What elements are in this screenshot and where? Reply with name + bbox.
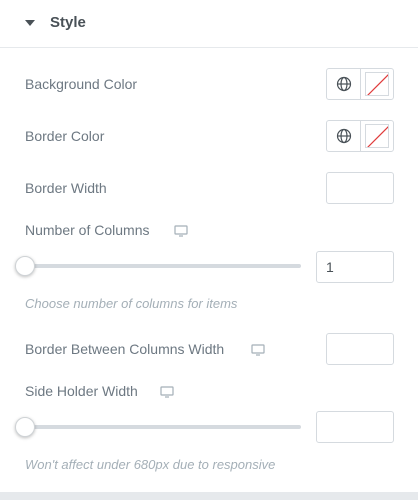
number-of-columns-label: Number of Columns	[25, 222, 150, 238]
border-color-control	[326, 120, 394, 152]
border-width-input[interactable]	[326, 172, 394, 204]
side-holder-width-input[interactable]	[316, 411, 394, 443]
clear-swatch-icon	[367, 126, 388, 147]
desktop-icon[interactable]	[160, 386, 174, 398]
section-title: Style	[50, 14, 86, 31]
background-color-swatch[interactable]	[365, 72, 389, 96]
border-between-columns-width-input[interactable]	[326, 333, 394, 365]
side-holder-width-label: Side Holder Width	[25, 383, 138, 399]
panel-bottom-divider	[0, 492, 418, 500]
border-between-columns-width-label: Border Between Columns Width	[25, 341, 225, 357]
globe-icon	[336, 128, 352, 144]
number-of-columns-help: Choose number of columns for items	[25, 296, 238, 311]
global-colors-button[interactable]	[327, 69, 361, 99]
background-color-label: Background Color	[25, 76, 138, 92]
number-of-columns-input[interactable]	[316, 251, 394, 283]
side-holder-width-slider-handle[interactable]	[15, 417, 35, 437]
number-of-columns-slider[interactable]	[25, 264, 301, 268]
clear-swatch-icon	[367, 74, 388, 95]
border-width-label: Border Width	[25, 180, 107, 196]
style-panel: Style Background Color Border Color Bord…	[0, 0, 418, 500]
border-color-swatch[interactable]	[365, 124, 389, 148]
section-header[interactable]: Style	[0, 0, 418, 48]
side-holder-width-slider[interactable]	[25, 425, 301, 429]
number-of-columns-slider-handle[interactable]	[15, 256, 35, 276]
desktop-icon[interactable]	[174, 225, 188, 237]
border-color-label: Border Color	[25, 128, 105, 144]
caret-down-icon[interactable]	[25, 20, 35, 26]
globe-icon	[336, 76, 352, 92]
desktop-icon[interactable]	[251, 344, 265, 356]
global-colors-button[interactable]	[327, 121, 361, 151]
side-holder-width-help: Won't affect under 680px due to responsi…	[25, 457, 276, 472]
background-color-control	[326, 68, 394, 100]
